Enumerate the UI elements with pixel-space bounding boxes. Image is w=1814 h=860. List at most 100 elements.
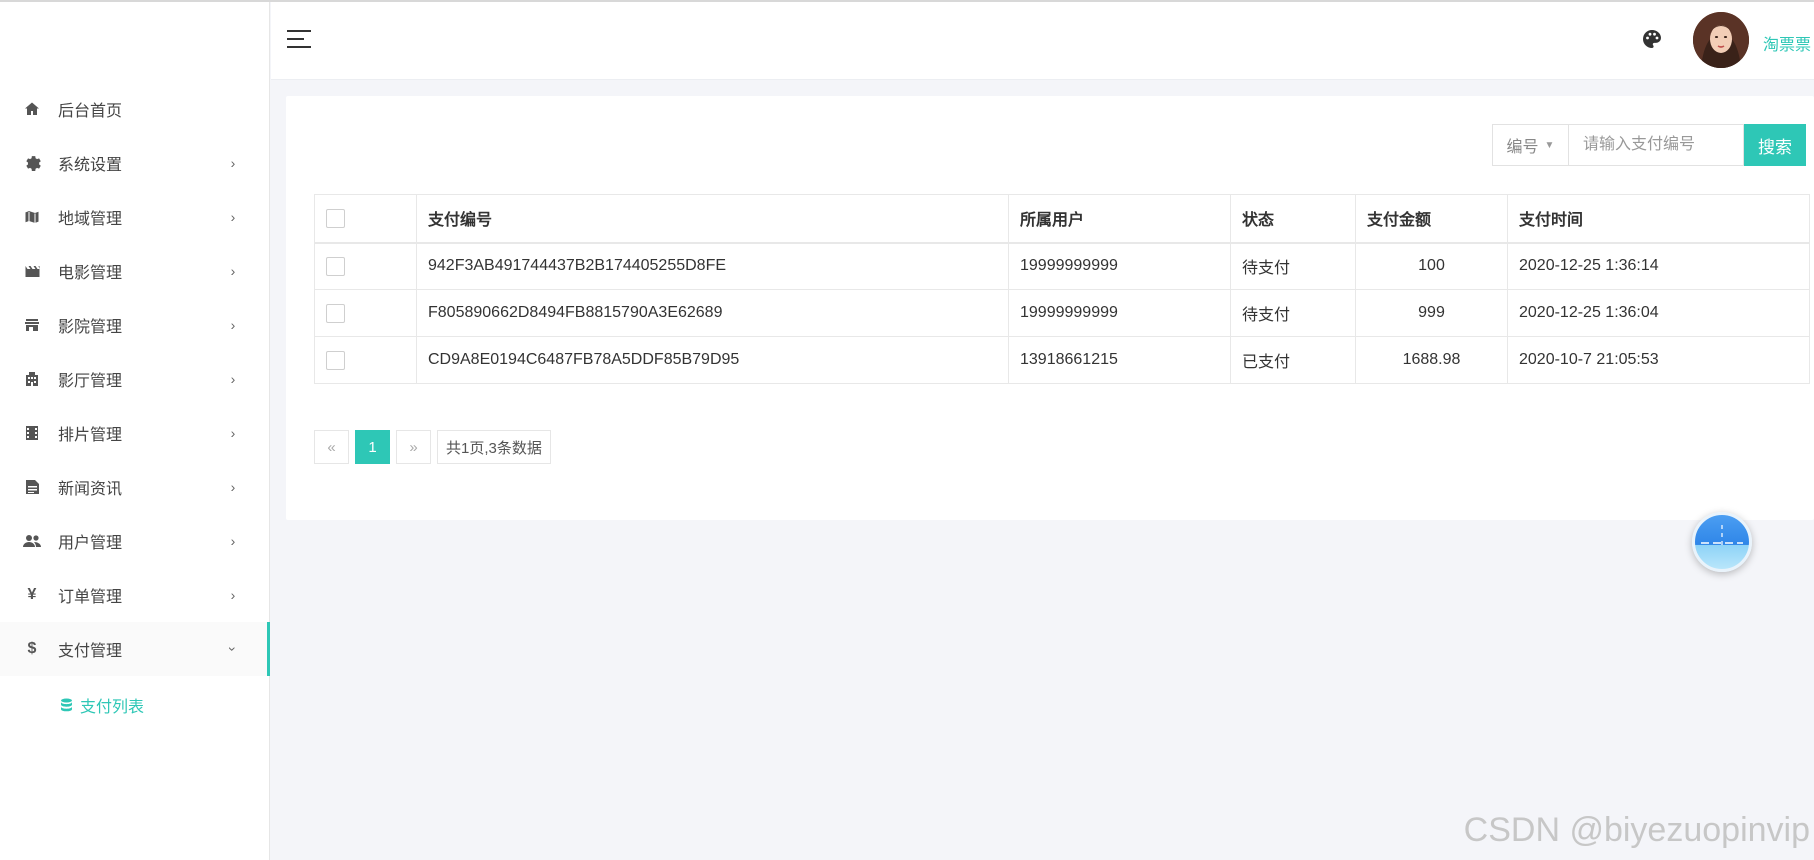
menu-toggle-icon[interactable]: [287, 30, 311, 50]
chevron-right-icon: ›: [230, 587, 236, 603]
table-row: CD9A8E0194C6487FB78A5DDF85B79D95 1391866…: [314, 336, 1810, 384]
status-cell: 待支付: [1230, 289, 1356, 337]
chevron-right-icon: ›: [230, 533, 236, 549]
search-bar: 编号 ▼ 搜索: [1492, 124, 1806, 166]
chevron-right-icon: ›: [230, 479, 236, 495]
header-time: 支付时间: [1507, 194, 1810, 244]
sidebar-item-label: 支付管理: [58, 643, 123, 660]
search-field-select-label: 编号: [1506, 139, 1539, 156]
row-select-cell: [314, 242, 417, 290]
status-cell: 已支付: [1230, 336, 1356, 384]
floating-assistant-button[interactable]: [1692, 512, 1752, 572]
watermark: CSDN @biyezuopinvip: [1463, 811, 1810, 849]
amount-cell: 999: [1355, 289, 1508, 337]
top-header: 淘票票: [271, 2, 1814, 80]
sidebar-subitem-label: 支付列表: [80, 699, 145, 716]
database-icon: [60, 698, 74, 712]
row-checkbox[interactable]: [326, 350, 345, 370]
chevron-right-icon: ›: [230, 425, 236, 441]
chevron-right-icon: ›: [230, 263, 236, 279]
time-cell: 2020-10-7 21:05:53: [1507, 336, 1810, 384]
sidebar-item-movie[interactable]: 电影管理 ›: [0, 244, 269, 298]
sidebar-item-cinema[interactable]: 影院管理 ›: [0, 298, 269, 352]
sidebar: 后台首页 系统设置 › 地域管理 › 电影管理 › 影院管理 › 影厅管理 ›: [0, 2, 270, 860]
sidebar-logo-area: [0, 2, 269, 82]
chevron-right-icon: ›: [230, 317, 236, 333]
search-input[interactable]: [1568, 124, 1744, 166]
sidebar-item-label: 新闻资讯: [58, 481, 123, 498]
sidebar-item-region[interactable]: 地域管理 ›: [0, 190, 269, 244]
row-checkbox[interactable]: [326, 303, 345, 323]
payment-id-cell: 942F3AB491744437B2B174405255D8FE: [416, 242, 1009, 290]
sidebar-item-label: 系统设置: [58, 157, 123, 174]
select-all-checkbox[interactable]: [326, 208, 345, 228]
table-header-row: 支付编号 所属用户 状态 支付金额 支付时间: [314, 194, 1810, 244]
sidebar-item-label: 影厅管理: [58, 373, 123, 390]
sidebar-item-hall[interactable]: 影厅管理 ›: [0, 352, 269, 406]
pagination: « 1 » 共1页,3条数据: [314, 430, 551, 464]
next-page-button[interactable]: »: [396, 430, 431, 464]
sidebar-item-label: 用户管理: [58, 535, 123, 552]
header-payment-id: 支付编号: [416, 194, 1009, 244]
sidebar-item-schedule[interactable]: 排片管理 ›: [0, 406, 269, 460]
gear-icon: [22, 153, 42, 173]
user-cell: 13918661215: [1008, 336, 1231, 384]
sidebar-item-label: 排片管理: [58, 427, 123, 444]
user-cell: 19999999999: [1008, 242, 1231, 290]
prev-page-button[interactable]: «: [314, 430, 349, 464]
status-cell: 待支付: [1230, 242, 1356, 290]
users-icon: [22, 531, 42, 551]
sidebar-item-label: 电影管理: [58, 265, 123, 282]
sidebar-item-system-settings[interactable]: 系统设置 ›: [0, 136, 269, 190]
time-cell: 2020-12-25 1:36:04: [1507, 289, 1810, 337]
amount-cell: 100: [1355, 242, 1508, 290]
header-status: 状态: [1230, 194, 1356, 244]
header-select-all-cell: [314, 194, 417, 244]
search-field-select[interactable]: 编号 ▼: [1492, 124, 1568, 166]
payment-list-card: 编号 ▼ 搜索 支付编号 所属用户 状态 支付金额 支付时间 942F3AB49…: [286, 96, 1814, 520]
chevron-right-icon: ›: [230, 371, 236, 387]
time-cell: 2020-12-25 1:36:14: [1507, 242, 1810, 290]
sidebar-item-label: 后台首页: [58, 103, 123, 120]
sidebar-item-home[interactable]: 后台首页: [0, 82, 269, 136]
table-row: F805890662D8494FB8815790A3E62689 1999999…: [314, 289, 1810, 337]
chevron-right-icon: ›: [230, 155, 236, 171]
sidebar-item-label: 订单管理: [58, 589, 123, 606]
table-row: 942F3AB491744437B2B174405255D8FE 1999999…: [314, 242, 1810, 290]
amount-cell: 1688.98: [1355, 336, 1508, 384]
chevron-right-icon: ›: [230, 209, 236, 225]
username-link[interactable]: 淘票票: [1763, 31, 1811, 55]
film-strip-icon: [22, 423, 42, 443]
building-icon: [22, 369, 42, 389]
avatar[interactable]: [1693, 12, 1749, 68]
movie-icon: [22, 261, 42, 281]
payment-table: 支付编号 所属用户 状态 支付金额 支付时间 942F3AB491744437B…: [314, 194, 1810, 384]
caret-down-icon: ▼: [1544, 139, 1555, 151]
header-user: 所属用户: [1008, 194, 1231, 244]
user-cell: 19999999999: [1008, 289, 1231, 337]
yen-icon: ¥: [27, 586, 37, 603]
sidebar-item-payment[interactable]: $ 支付管理 ›: [0, 622, 270, 676]
map-icon: [22, 207, 42, 227]
dollar-icon: $: [27, 640, 37, 657]
payment-id-cell: CD9A8E0194C6487FB78A5DDF85B79D95: [416, 336, 1009, 384]
palette-icon[interactable]: [1641, 28, 1663, 50]
sidebar-item-label: 影院管理: [58, 319, 123, 336]
row-select-cell: [314, 289, 417, 337]
sidebar-subitem-payment-list[interactable]: 支付列表: [0, 676, 269, 734]
home-icon: [22, 99, 42, 119]
sidebar-item-orders[interactable]: ¥ 订单管理 ›: [0, 568, 269, 622]
header-amount: 支付金额: [1355, 194, 1508, 244]
article-icon: [22, 477, 42, 497]
row-select-cell: [314, 336, 417, 384]
payment-id-cell: F805890662D8494FB8815790A3E62689: [416, 289, 1009, 337]
sidebar-item-news[interactable]: 新闻资讯 ›: [0, 460, 269, 514]
pagination-info: 共1页,3条数据: [437, 430, 551, 464]
search-button[interactable]: 搜索: [1744, 124, 1806, 166]
row-checkbox[interactable]: [326, 256, 345, 276]
chevron-down-icon: ›: [225, 646, 241, 652]
sidebar-item-label: 地域管理: [58, 211, 123, 228]
store-icon: [22, 315, 42, 335]
sidebar-item-users[interactable]: 用户管理 ›: [0, 514, 269, 568]
page-button-1[interactable]: 1: [355, 430, 390, 464]
